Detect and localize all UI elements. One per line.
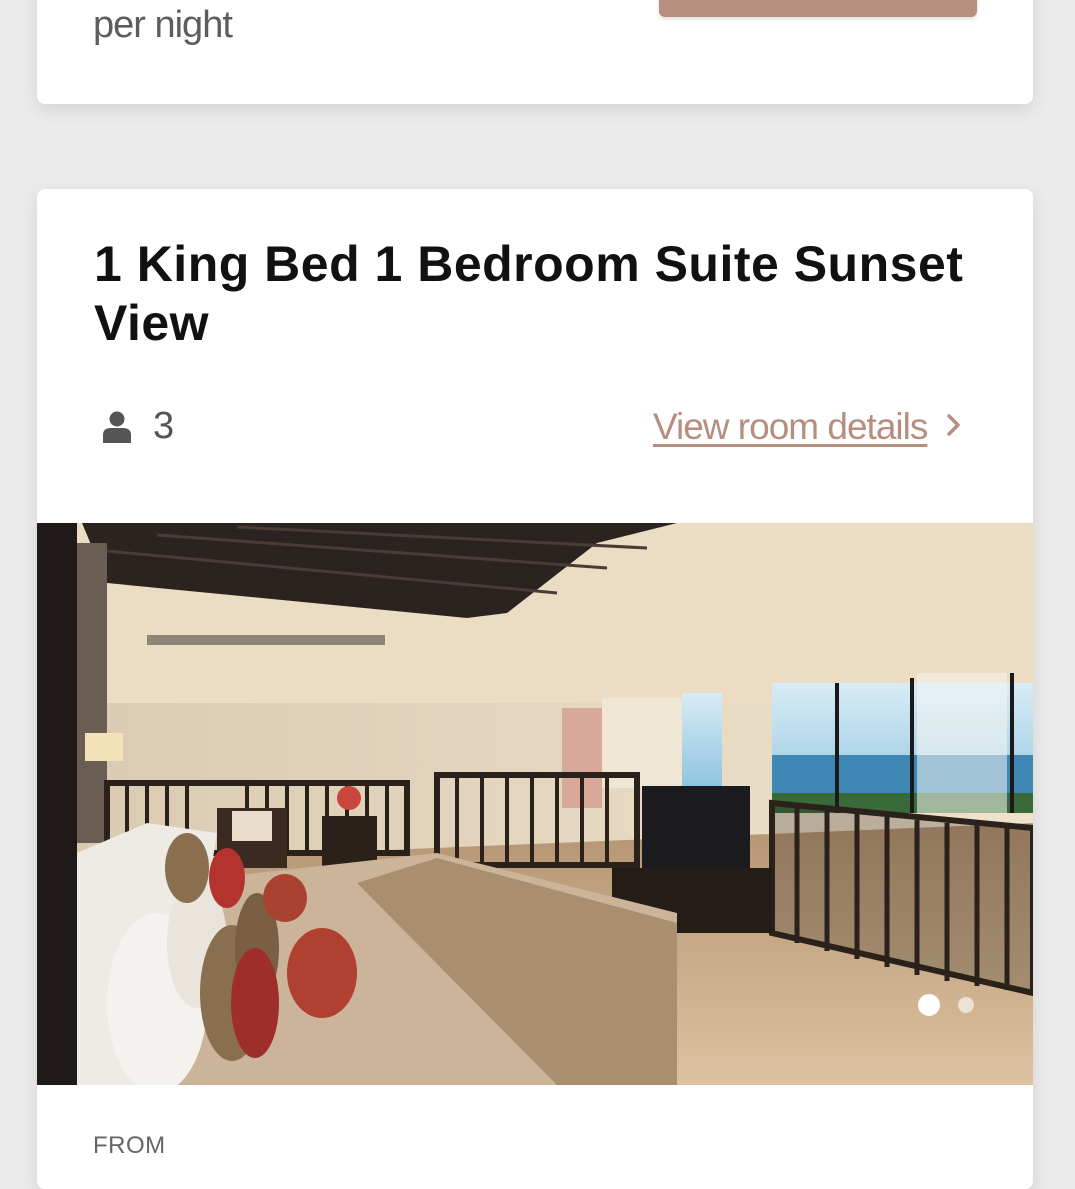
person-icon	[103, 411, 131, 443]
room-photo-carousel[interactable]	[37, 523, 1033, 1085]
carousel-dot-2[interactable]	[958, 997, 974, 1013]
carousel-dot-1[interactable]	[918, 994, 940, 1016]
room-card: 1 King Bed 1 Bedroom Suite Sunset View 3…	[37, 189, 1033, 1189]
chevron-right-icon[interactable]	[945, 411, 963, 439]
room-title: 1 King Bed 1 Bedroom Suite Sunset View	[94, 236, 964, 351]
view-room-details-link[interactable]: View room details	[653, 406, 928, 448]
room-photo	[37, 523, 1033, 1085]
guest-count: 3	[153, 405, 175, 447]
select-room-button[interactable]	[659, 0, 977, 17]
previous-room-card: per night	[37, 0, 1033, 104]
price-from-label: FROM	[93, 1132, 166, 1159]
price-unit-label: per night	[93, 4, 233, 46]
